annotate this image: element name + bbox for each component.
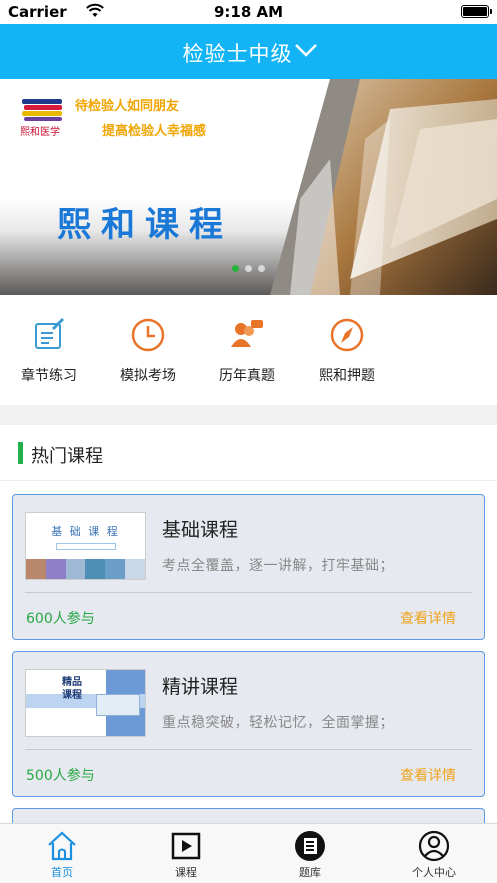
clock-time: 9:18 AM (213, 3, 284, 21)
course-card-basic[interactable]: 基 础 课 程 基础课程 考点全覆盖，逐一讲解，打牢基础； 600人参与 查看详… (12, 494, 485, 640)
participant-count: 600人参与 (26, 611, 95, 627)
quick-item-label: 熙和押题 (319, 368, 375, 384)
tab-label: 个人中心 (412, 866, 456, 879)
section-accent-bar (18, 442, 23, 464)
course-card-intensive[interactable]: 精品课程 精讲课程 重点稳突破，轻松记忆，全面掌握； 500人参与 查看详情 (12, 651, 485, 797)
quick-item-label: 历年真题 (219, 368, 275, 384)
battery-icon (461, 5, 492, 18)
course-thumbnail: 精品课程 (25, 669, 146, 737)
course-description: 考点全覆盖，逐一讲解，打牢基础； (162, 558, 394, 574)
participant-count: 500人参与 (26, 768, 95, 784)
card-divider (25, 592, 472, 593)
question-bank-icon (295, 831, 325, 861)
quick-item-label: 章节练习 (21, 368, 77, 384)
bottom-tab-bar: 首页 课程 题库 个人中心 (0, 823, 497, 883)
thumb-title: 精品课程 (62, 677, 82, 701)
home-icon (48, 831, 76, 861)
course-title: 基础课程 (162, 519, 239, 541)
clock-icon (131, 318, 165, 352)
banner-carousel[interactable]: 熙和医学 待检验人如同朋友 提高检验人幸福感 熙和课程 (0, 79, 497, 295)
tab-question-bank[interactable]: 题库 (248, 830, 372, 880)
view-details-link[interactable]: 查看详情 (400, 608, 456, 628)
nav-bar: 检验士中级 (0, 24, 497, 79)
quick-item-label: 模拟考场 (120, 368, 176, 384)
tab-label: 题库 (299, 866, 321, 879)
thumb-tagline-box (56, 543, 116, 550)
tab-label: 首页 (51, 866, 73, 879)
quick-item-past-papers[interactable]: 历年真题 (207, 317, 287, 385)
course-title: 精讲课程 (162, 676, 239, 698)
quick-item-predicted-questions[interactable]: 熙和押题 (307, 317, 387, 385)
course-description: 重点稳突破，轻松记忆，全面掌握； (162, 715, 394, 731)
thumb-title: 基 础 课 程 (51, 525, 120, 538)
thumb-photo (96, 694, 140, 716)
course-thumbnail: 基 础 课 程 (25, 512, 146, 580)
logo-text: 熙和医学 (20, 127, 60, 138)
tab-courses[interactable]: 课程 (124, 830, 248, 880)
section-divider (0, 405, 497, 425)
chevron-down-icon[interactable] (294, 42, 318, 58)
level-selector-title[interactable]: 检验士中级 (0, 38, 497, 68)
card-divider (25, 749, 472, 750)
people-chat-icon (231, 320, 263, 347)
banner-headline: 熙和课程 (57, 205, 233, 245)
compass-icon (330, 318, 364, 352)
play-icon (171, 832, 201, 860)
hot-courses-header: 热门课程 (0, 425, 497, 481)
pencil-edit-icon (35, 317, 65, 349)
carousel-dot[interactable] (245, 265, 252, 272)
quick-item-chapter-practice[interactable]: 章节练习 (9, 317, 89, 385)
quick-item-mock-exam[interactable]: 模拟考场 (108, 317, 188, 385)
carousel-dot[interactable] (232, 265, 239, 272)
view-details-link[interactable]: 查看详情 (400, 765, 456, 785)
quick-menu: 章节练习 模拟考场 历年真题 熙和押题 (0, 295, 497, 405)
banner-slogan-1: 待检验人如同朋友 (75, 99, 180, 114)
open-book-image (270, 79, 497, 295)
thumb-image-strip (26, 559, 145, 579)
tab-home[interactable]: 首页 (0, 830, 124, 880)
tab-label: 课程 (175, 866, 197, 879)
carousel-dot[interactable] (258, 265, 265, 272)
carousel-dots[interactable] (232, 265, 265, 272)
status-bar: Carrier 9:18 AM (0, 0, 497, 24)
user-icon (418, 830, 450, 862)
banner-slogan-2: 提高检验人幸福感 (102, 124, 207, 139)
section-title: 热门课程 (31, 446, 103, 467)
tab-profile[interactable]: 个人中心 (372, 830, 496, 880)
